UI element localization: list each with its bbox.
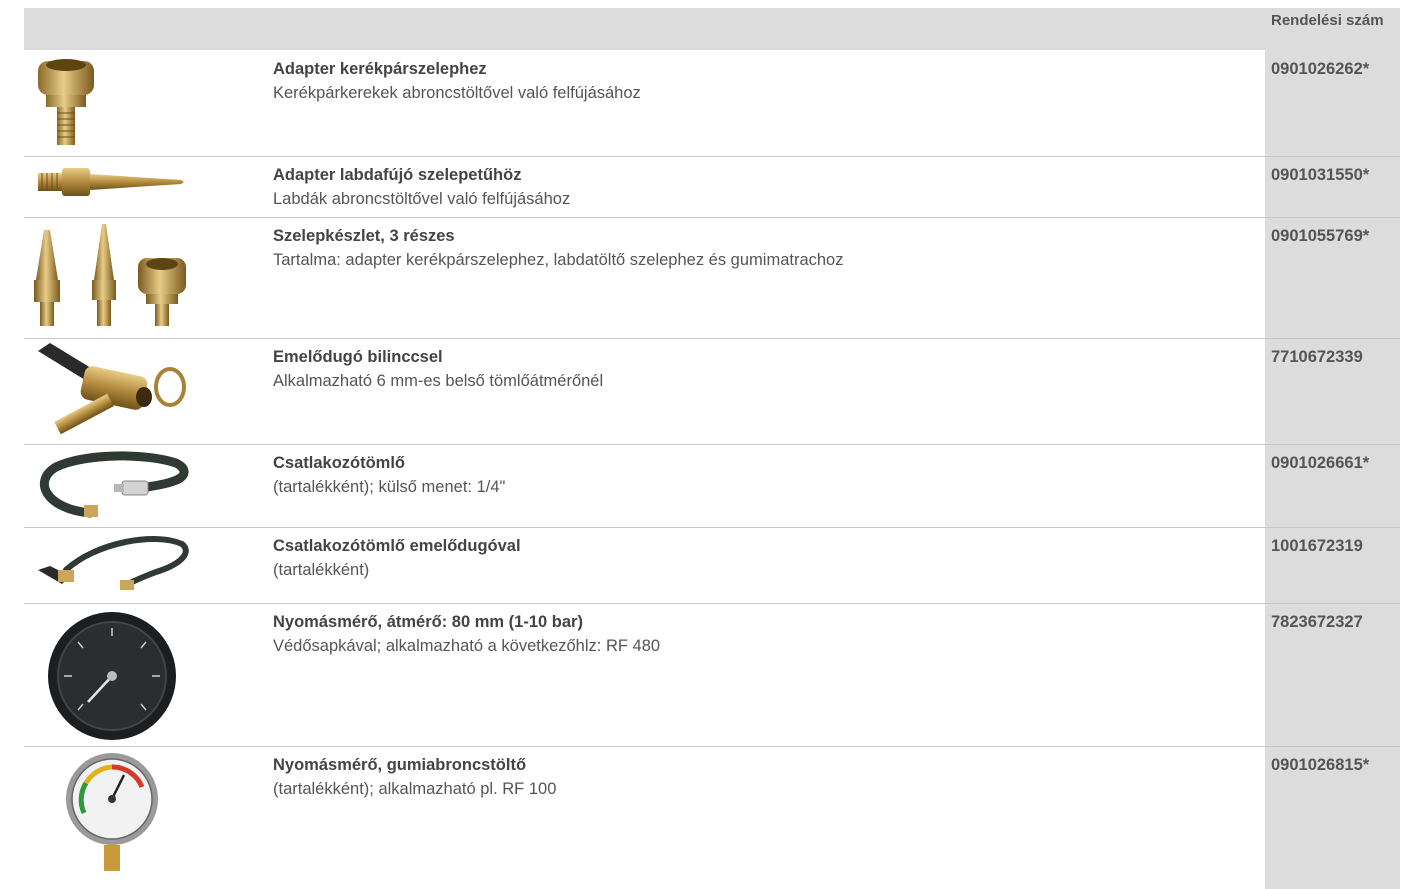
item-description: Tartalma: adapter kerékpárszelephez, lab…: [273, 251, 844, 269]
black-pressure-gauge-icon: [48, 612, 176, 740]
item-description: Védősapkával; alkalmazható a következőhl…: [273, 637, 661, 655]
order-number: 0901026661*: [1271, 454, 1370, 472]
bicycle-valve-adapter-icon: [38, 59, 94, 145]
item-description: (tartalékként): [273, 561, 370, 579]
item-title: Szelepkészlet, 3 részes: [273, 227, 455, 245]
item-title: Nyomásmérő, gumiabroncstöltő: [273, 756, 527, 774]
item-description: (tartalékként); külső menet: 1/4": [273, 478, 506, 496]
table-row: Csatlakozótömlő (tartalékként); külső me…: [24, 445, 1400, 528]
table-row: Adapter kerékpárszelephez Kerékpárkereke…: [24, 51, 1400, 157]
item-title: Adapter kerékpárszelephez: [273, 60, 487, 78]
table-row: Adapter labdafújó szelepetűhöz Labdák ab…: [24, 157, 1400, 218]
table-row: Csatlakozótömlő emelődugóval (tartalékké…: [24, 528, 1400, 604]
item-title: Csatlakozótömlő: [273, 454, 406, 472]
table-row: Szelepkészlet, 3 részes Tartalma: adapte…: [24, 218, 1400, 339]
order-number: 7710672339: [1271, 348, 1363, 366]
table-row: Emelődugó bilinccsel Alkalmazható 6 mm-e…: [24, 339, 1400, 445]
ball-needle-adapter-icon: [38, 168, 184, 196]
table-row: Nyomásmérő, átmérő: 80 mm (1-10 bar) Véd…: [24, 604, 1400, 747]
hose-with-lever-chuck-icon: [38, 536, 189, 590]
lever-chuck-clamp-icon: [38, 343, 186, 435]
order-number: 1001672319: [1271, 537, 1363, 555]
order-number: 0901026262*: [1271, 60, 1370, 78]
item-title: Nyomásmérő, átmérő: 80 mm (1-10 bar): [273, 613, 583, 631]
connection-hose-icon: [40, 451, 189, 518]
valve-set-icon: [34, 224, 186, 326]
item-description: Kerékpárkerekek abroncstöltővel való fel…: [273, 84, 641, 102]
order-number: 0901031550*: [1271, 166, 1370, 184]
table-header: [24, 8, 1400, 50]
order-number: 7823672327: [1271, 613, 1363, 631]
item-description: Labdák abroncstöltővel való felfújásához: [273, 190, 571, 208]
order-number-header: Rendelési szám: [1271, 12, 1384, 29]
order-number: 0901055769*: [1271, 227, 1370, 245]
item-description: (tartalékként); alkalmazható pl. RF 100: [273, 780, 557, 798]
table-row: Nyomásmérő, gumiabroncstöltő (tartalékké…: [24, 747, 1400, 889]
item-title: Adapter labdafújó szelepetűhöz: [273, 166, 522, 184]
tire-pressure-gauge-icon: [66, 753, 158, 871]
item-description: Alkalmazható 6 mm-es belső tömlőátmérőné…: [273, 372, 604, 390]
item-title: Emelődugó bilinccsel: [273, 348, 443, 366]
item-title: Csatlakozótömlő emelődugóval: [273, 537, 521, 555]
order-number: 0901026815*: [1271, 756, 1370, 774]
